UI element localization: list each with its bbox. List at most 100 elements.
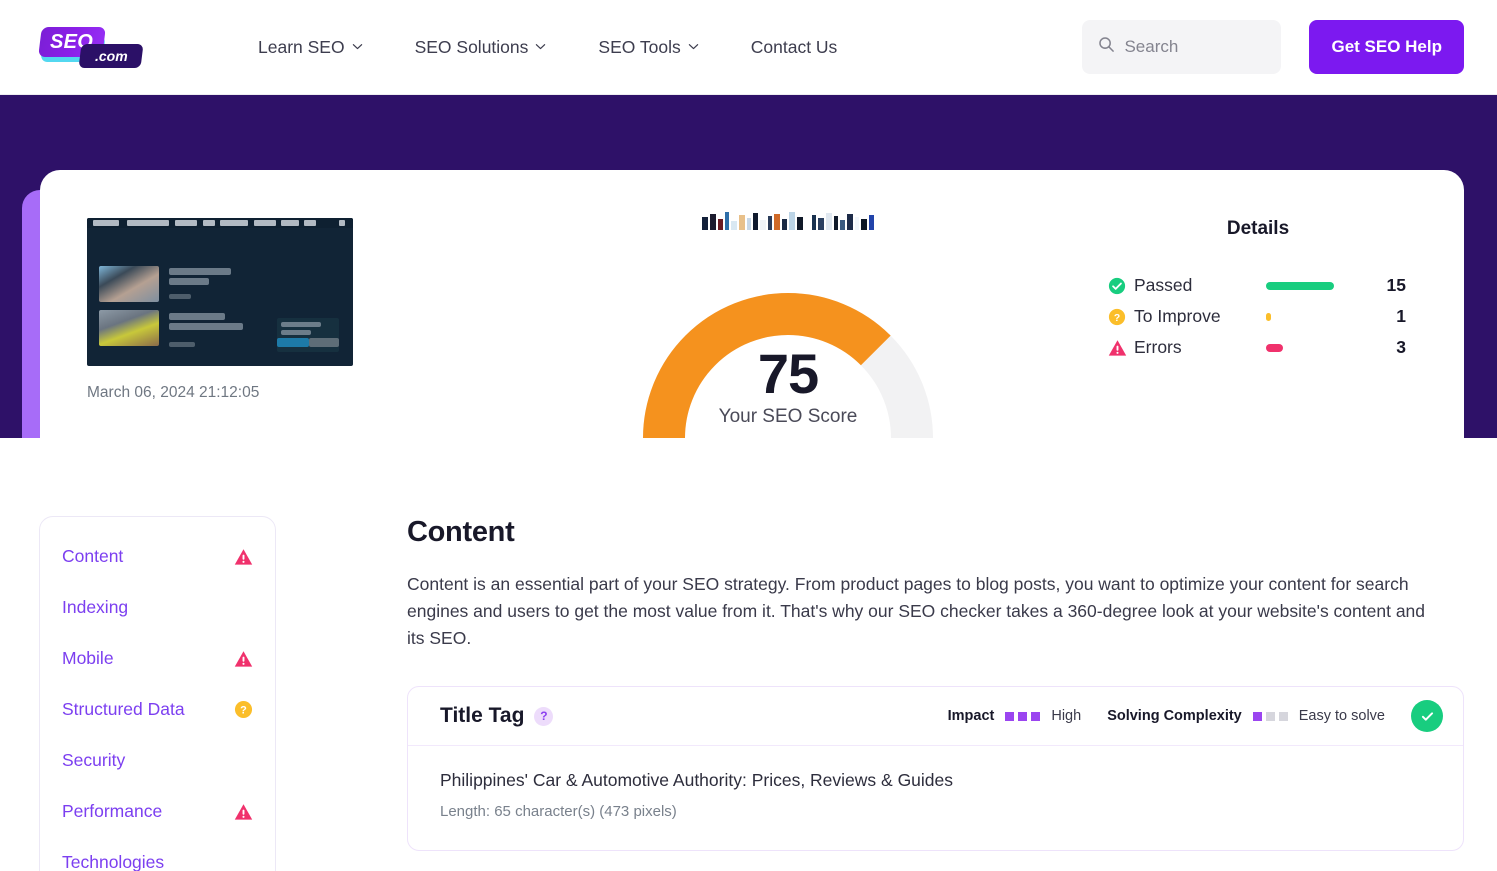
no-badge: [233, 853, 253, 871]
section-description: Content is an essential part of your SEO…: [407, 574, 1426, 648]
complexity-dot: [1278, 711, 1288, 721]
header-actions: Search Get SEO Help: [1082, 20, 1464, 74]
details-bar-cell: [1266, 343, 1366, 352]
complexity-label: Solving Complexity: [1107, 708, 1242, 724]
seo-score-label: Your SEO Score: [718, 406, 858, 427]
sidebar-item-label: Indexing: [62, 597, 129, 617]
sidebar-item-label: Performance: [62, 801, 163, 821]
seo-dot-com-logo[interactable]: SEO .com: [38, 22, 144, 72]
redaction-block: [804, 221, 811, 230]
thumbnail-text-line: [281, 330, 311, 335]
redaction-block: [760, 220, 767, 230]
thumbnail-progress-track: [309, 338, 339, 347]
details-row-passed: Passed 15: [1108, 270, 1408, 301]
page-title: Content: [407, 516, 515, 548]
redaction-block: [768, 216, 773, 230]
check-circle-icon: [1108, 277, 1134, 295]
seo-checker-page: SEO .com Learn SEO SEO Solutions SEO Too…: [0, 0, 1497, 871]
nav-label: SEO Tools: [598, 36, 681, 57]
main-navigation: Learn SEO SEO Solutions SEO Tools Contac…: [232, 37, 863, 58]
search-icon: [1098, 36, 1115, 58]
no-badge: [233, 598, 253, 618]
redaction-block: [826, 213, 832, 230]
redaction-block: [833, 216, 838, 230]
warning-triangle-icon: [233, 547, 253, 567]
sidebar-item-label: Structured Data: [62, 699, 185, 719]
get-seo-help-button[interactable]: Get SEO Help: [1309, 20, 1464, 74]
svg-text:?: ?: [240, 705, 247, 717]
nav-item-seo-tools[interactable]: SEO Tools: [572, 37, 724, 58]
check-icon: [1421, 711, 1433, 721]
redaction-block: [731, 221, 738, 230]
sidebar-item-structured-data[interactable]: Structured Data ?: [40, 684, 275, 735]
thumbnail-text-line: [281, 322, 321, 327]
sidebar-item-mobile[interactable]: Mobile: [40, 633, 275, 684]
title-tag-card: Title Tag ? Impact High Solving Complexi…: [407, 686, 1464, 851]
details-row-errors: Errors 3: [1108, 332, 1408, 363]
complexity-value: Easy to solve: [1298, 708, 1385, 724]
warning-triangle-icon: [233, 802, 253, 822]
title-tag-heading: Title Tag: [440, 704, 525, 727]
sidebar-item-label: Technologies: [62, 852, 165, 871]
thumbnail-nav-chip: [220, 220, 248, 226]
sidebar-item-security[interactable]: Security: [40, 735, 275, 786]
thumbnail-text-line: [169, 342, 195, 347]
details-count: 15: [1386, 275, 1406, 295]
score-summary-card: March 06, 2024 21:12:05 75 Your SEO Scor…: [40, 170, 1464, 438]
redaction-block: [710, 214, 716, 230]
logo-dotcom-text: .com: [94, 48, 128, 64]
thumbnail-nav-chip: [304, 220, 316, 226]
status-badge-passed: [1411, 700, 1443, 732]
nav-item-seo-solutions[interactable]: SEO Solutions: [389, 37, 573, 58]
redaction-block: [812, 215, 817, 230]
details-label: Passed: [1134, 275, 1193, 295]
chevron-down-icon: [352, 41, 363, 52]
redaction-block: [725, 212, 730, 230]
impact-dot: [1031, 711, 1041, 721]
thumbnail-text-line: [169, 278, 209, 285]
report-section-sidebar: Content Indexing Mobile Structured Data …: [39, 516, 276, 871]
search-input[interactable]: Search: [1082, 20, 1282, 74]
details-count: 3: [1396, 337, 1406, 357]
impact-dot: [1018, 711, 1028, 721]
site-thumbnail-column: March 06, 2024 21:12:05: [87, 218, 357, 402]
complexity-dot: [1252, 711, 1262, 721]
svg-text:?: ?: [1114, 312, 1120, 323]
nav-item-learn-seo[interactable]: Learn SEO: [232, 37, 389, 58]
sidebar-item-label: Mobile: [62, 648, 114, 668]
redaction-block: [739, 215, 745, 230]
question-circle-icon: ?: [1108, 308, 1134, 326]
sidebar-item-indexing[interactable]: Indexing: [40, 582, 275, 633]
site-screenshot-thumbnail: [87, 218, 353, 366]
thumbnail-nav-chip: [281, 220, 299, 226]
title-tag-card-header: Title Tag ? Impact High Solving Complexi…: [408, 687, 1463, 746]
details-panel: Details Passed 15 ? To Improve 1 Errors …: [1108, 218, 1408, 363]
sidebar-item-technologies[interactable]: Technologies: [40, 837, 275, 871]
site-header: SEO .com Learn SEO SEO Solutions SEO Too…: [0, 0, 1497, 95]
thumbnail-nav-chip: [339, 220, 345, 226]
impact-value: High: [1051, 708, 1082, 724]
title-tag-value: Philippines' Car & Automotive Authority:…: [440, 770, 954, 790]
redaction-block: [789, 212, 796, 230]
thumbnail-nav-chip: [175, 220, 197, 226]
nav-item-contact-us[interactable]: Contact Us: [725, 37, 864, 58]
details-bar-cell: [1266, 312, 1366, 321]
redaction-block: [797, 217, 803, 230]
title-tag-metrics: Impact High Solving Complexity Easy to s…: [948, 700, 1443, 732]
nav-label: Learn SEO: [258, 36, 345, 57]
sidebar-item-content[interactable]: Content: [40, 531, 275, 582]
nav-label: Contact Us: [750, 36, 838, 57]
impact-label: Impact: [947, 708, 995, 724]
redaction-block: [774, 214, 780, 230]
impact-dot: [1005, 711, 1015, 721]
report-content-column: Content Content is an essential part of …: [407, 516, 1464, 851]
sidebar-item-performance[interactable]: Performance: [40, 786, 275, 837]
complexity-dot: [1265, 711, 1275, 721]
redaction-block: [717, 219, 724, 230]
seo-score-gauge-section: 75 Your SEO Score: [573, 200, 1003, 438]
details-bar: [1266, 343, 1283, 352]
title-tag-card-body: Philippines' Car & Automotive Authority:…: [408, 746, 1463, 850]
redaction-block: [818, 218, 825, 230]
warning-triangle-icon: [1108, 339, 1134, 357]
help-icon[interactable]: ?: [534, 706, 554, 726]
